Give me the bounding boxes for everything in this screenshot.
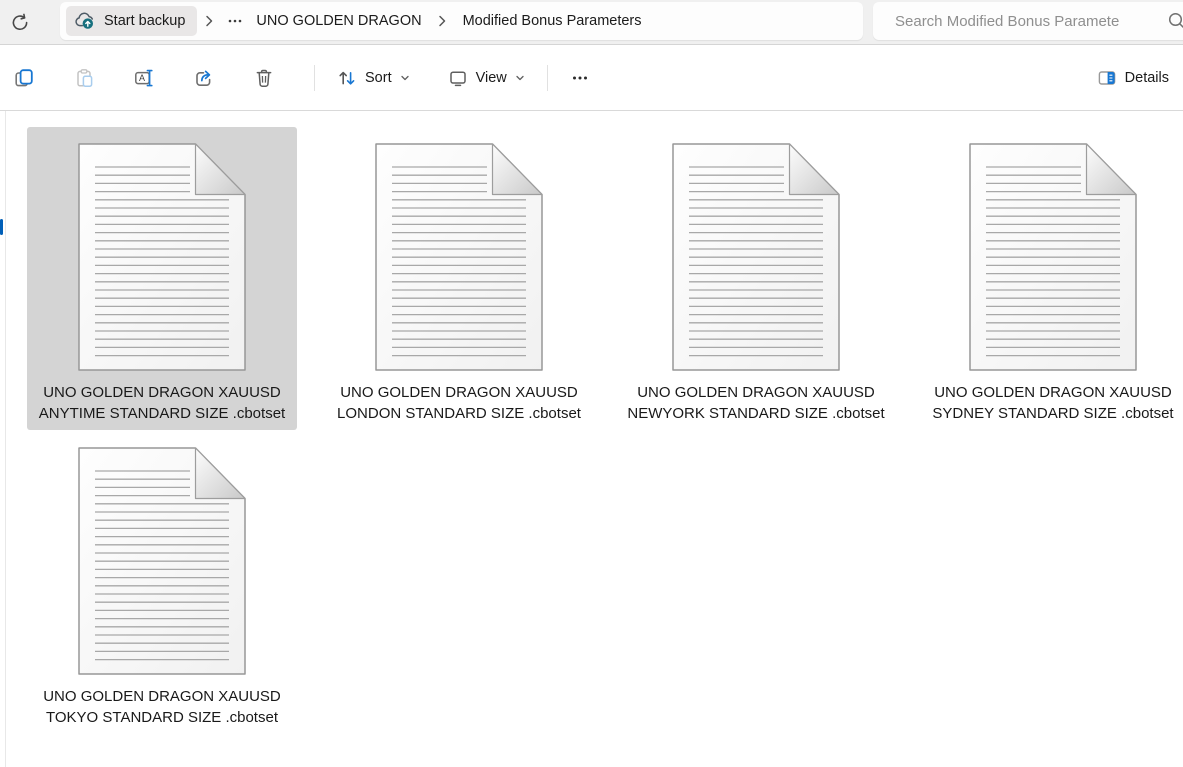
refresh-icon bbox=[10, 12, 30, 32]
pane-divider bbox=[5, 111, 6, 767]
address-toolbar: Start backup UNO GOLDEN DRAGON Modified … bbox=[0, 0, 1183, 45]
sort-button[interactable]: Sort bbox=[327, 58, 420, 98]
ellipsis-icon bbox=[227, 13, 243, 29]
start-backup-label: Start backup bbox=[104, 13, 185, 29]
share-button[interactable] bbox=[182, 58, 226, 98]
ellipsis-icon bbox=[570, 68, 590, 88]
share-icon bbox=[194, 68, 214, 88]
details-button[interactable]: Details bbox=[1087, 58, 1179, 98]
breadcrumb-overflow-button[interactable] bbox=[222, 7, 248, 35]
document-icon bbox=[375, 127, 543, 371]
toolbar-separator bbox=[314, 65, 315, 91]
document-icon bbox=[78, 431, 246, 675]
chevron-down-icon bbox=[400, 73, 410, 83]
file-name-line-2: SYDNEY STANDARD SIZE .cbotset bbox=[932, 404, 1173, 425]
trash-icon bbox=[254, 68, 274, 88]
file-name: UNO GOLDEN DRAGON XAUUSD TOKYO STANDARD … bbox=[43, 687, 281, 728]
document-icon bbox=[969, 127, 1137, 371]
rename-button[interactable]: A bbox=[122, 58, 166, 98]
command-bar: A bbox=[0, 45, 1183, 111]
file-grid: UNO GOLDEN DRAGON XAUUSD ANYTIME STANDAR… bbox=[0, 111, 1183, 735]
file-name-line-1: UNO GOLDEN DRAGON XAUUSD bbox=[932, 383, 1173, 404]
search-input[interactable] bbox=[893, 2, 1167, 40]
details-panel-icon bbox=[1097, 68, 1117, 88]
delete-button[interactable] bbox=[242, 58, 286, 98]
details-label: Details bbox=[1125, 70, 1169, 86]
file-name: UNO GOLDEN DRAGON XAUUSD ANYTIME STANDAR… bbox=[39, 383, 285, 424]
nav-selection-indicator bbox=[0, 219, 3, 235]
breadcrumb-item-current[interactable]: Modified Bonus Parameters bbox=[455, 9, 650, 33]
file-name-line-1: UNO GOLDEN DRAGON XAUUSD bbox=[337, 383, 581, 404]
file-item[interactable]: UNO GOLDEN DRAGON XAUUSD SYDNEY STANDARD… bbox=[918, 127, 1183, 430]
sort-label: Sort bbox=[365, 70, 392, 86]
document-icon bbox=[78, 127, 246, 371]
breadcrumb: Start backup UNO GOLDEN DRAGON Modified … bbox=[60, 2, 863, 40]
file-name-line-2: ANYTIME STANDARD SIZE .cbotset bbox=[39, 404, 285, 425]
paste-icon bbox=[74, 68, 94, 88]
file-name-line-2: NEWYORK STANDARD SIZE .cbotset bbox=[627, 404, 884, 425]
file-name: UNO GOLDEN DRAGON XAUUSD SYDNEY STANDARD… bbox=[932, 383, 1173, 424]
magnifier-icon bbox=[1168, 12, 1183, 37]
copy-icon bbox=[14, 68, 34, 88]
start-backup-button[interactable]: Start backup bbox=[66, 6, 197, 36]
breadcrumb-item-folder[interactable]: UNO GOLDEN DRAGON bbox=[248, 9, 429, 33]
file-item[interactable]: UNO GOLDEN DRAGON XAUUSD LONDON STANDARD… bbox=[324, 127, 594, 430]
more-options-button[interactable] bbox=[560, 58, 600, 98]
refresh-button[interactable] bbox=[0, 4, 40, 40]
onedrive-cloud-upload-icon bbox=[74, 11, 96, 31]
monitor-icon bbox=[448, 68, 468, 88]
search-box bbox=[873, 2, 1183, 40]
file-item[interactable]: UNO GOLDEN DRAGON XAUUSD TOKYO STANDARD … bbox=[27, 431, 297, 734]
toolbar-separator bbox=[547, 65, 548, 91]
view-label: View bbox=[476, 70, 507, 86]
file-item[interactable]: UNO GOLDEN DRAGON XAUUSD NEWYORK STANDAR… bbox=[621, 127, 891, 430]
file-name: UNO GOLDEN DRAGON XAUUSD LONDON STANDARD… bbox=[337, 383, 581, 424]
file-name-line-1: UNO GOLDEN DRAGON XAUUSD bbox=[43, 687, 281, 708]
file-name-line-2: LONDON STANDARD SIZE .cbotset bbox=[337, 404, 581, 425]
document-icon bbox=[672, 127, 840, 371]
rename-icon: A bbox=[134, 68, 154, 88]
chevron-down-icon bbox=[515, 73, 525, 83]
file-name-line-1: UNO GOLDEN DRAGON XAUUSD bbox=[627, 383, 884, 404]
file-name-line-2: TOKYO STANDARD SIZE .cbotset bbox=[43, 708, 281, 729]
file-name-line-1: UNO GOLDEN DRAGON XAUUSD bbox=[39, 383, 285, 404]
copy-button[interactable] bbox=[2, 58, 46, 98]
paste-button[interactable] bbox=[62, 58, 106, 98]
file-name: UNO GOLDEN DRAGON XAUUSD NEWYORK STANDAR… bbox=[627, 383, 884, 424]
sort-arrows-icon bbox=[337, 68, 357, 88]
chevron-right-icon bbox=[205, 14, 214, 28]
file-item[interactable]: UNO GOLDEN DRAGON XAUUSD ANYTIME STANDAR… bbox=[27, 127, 297, 430]
view-button[interactable]: View bbox=[438, 58, 535, 98]
chevron-right-icon bbox=[438, 14, 447, 28]
svg-text:A: A bbox=[139, 73, 145, 83]
